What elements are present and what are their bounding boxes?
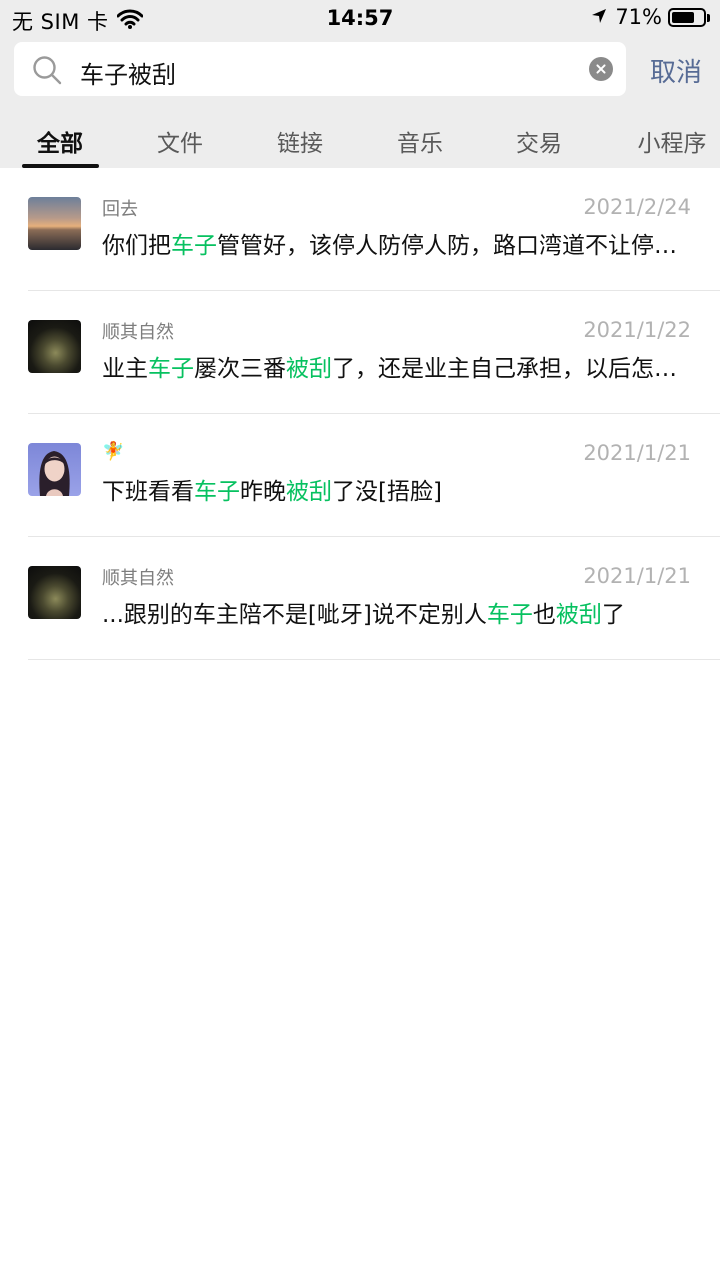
tab-mini-programs[interactable]: 小程序 [617, 124, 720, 158]
message-snippet: 下班看看车子昨晚被刮了没[捂脸] [102, 472, 692, 506]
message-date: 2021/1/21 [583, 564, 691, 588]
snippet-text: 昨晚 [240, 479, 286, 505]
avatar [28, 443, 81, 496]
sender-name: 🧚 [102, 441, 125, 462]
sender-name: 顺其自然 [102, 568, 174, 589]
tab-music[interactable]: 音乐 [365, 124, 475, 158]
search-result[interactable]: 顺其自然 2021/1/22 业主车子屡次三番被刮了，还是业主自己承担，以后怎么… [0, 291, 720, 414]
tab-transactions[interactable]: 交易 [484, 124, 594, 158]
snippet-text: 下班看看 [102, 479, 194, 505]
sender-name: 回去 [102, 199, 138, 220]
highlighted-keyword: 被刮 [286, 479, 332, 505]
search-result[interactable]: 顺其自然 2021/1/21 ...跟别的车主陪不是[呲牙]说不定别人车子也被刮… [0, 537, 720, 660]
snippet-text: 了没[捂脸] [332, 479, 442, 505]
highlighted-keyword: 被刮 [555, 602, 602, 628]
snippet-text: 业主 [102, 356, 148, 382]
message-snippet: 你们把车子管管好，该停人防停人防，路口湾道不让停那么多车 [102, 226, 692, 260]
search-icon [32, 55, 62, 89]
message-snippet: ...跟别的车主陪不是[呲牙]说不定别人车子也被刮了 [102, 595, 692, 629]
tab-all[interactable]: 全部 [5, 124, 115, 158]
snippet-text: 了，还是业主自己承担，以后怎么办 [332, 356, 692, 382]
avatar [28, 197, 81, 250]
search-result[interactable]: 回去 2021/2/24 你们把车子管管好，该停人防停人防，路口湾道不让停那么多… [0, 168, 720, 291]
status-right: 71% [591, 5, 710, 29]
search-query: 车子被刮 [80, 61, 176, 89]
status-bar: 无 SIM 卡 14:57 71% [0, 0, 720, 38]
search-result[interactable]: 🧚 2021/1/21 下班看看车子昨晚被刮了没[捂脸] [0, 414, 720, 537]
highlighted-keyword: 车子 [171, 233, 217, 259]
avatar [28, 320, 81, 373]
message-snippet: 业主车子屡次三番被刮了，还是业主自己承担，以后怎么办 [102, 349, 692, 383]
message-date: 2021/1/22 [583, 318, 691, 342]
clear-icon[interactable] [589, 57, 613, 81]
search-input[interactable]: 车子被刮 [14, 42, 626, 96]
highlighted-keyword: 车子 [486, 602, 533, 628]
battery-icon [668, 7, 710, 27]
message-date: 2021/2/24 [583, 195, 691, 219]
snippet-text: 屡次三番 [194, 356, 286, 382]
snippet-text: 了 [601, 602, 625, 628]
cancel-button[interactable]: 取消 [650, 52, 702, 89]
tab-links[interactable]: 链接 [245, 124, 355, 158]
message-date: 2021/1/21 [583, 441, 691, 465]
divider [28, 659, 720, 660]
snippet-text: 也 [532, 602, 556, 628]
avatar [28, 566, 81, 619]
snippet-text: 管管好，该停人防停人防，路口湾道不让停那么多车 [217, 233, 692, 259]
tab-files[interactable]: 文件 [125, 124, 235, 158]
filter-tabs: 全部 文件 链接 音乐 交易 小程序 [0, 118, 720, 168]
location-arrow-icon [591, 5, 607, 29]
highlighted-keyword: 被刮 [286, 356, 332, 382]
snippet-text: 你们把 [102, 233, 171, 259]
battery-percent: 71% [615, 5, 662, 29]
highlighted-keyword: 车子 [194, 479, 240, 505]
sender-name: 顺其自然 [102, 322, 174, 343]
highlighted-keyword: 车子 [148, 356, 194, 382]
snippet-text: ...跟别的车主陪不是[呲牙]说不定别人 [102, 602, 487, 628]
